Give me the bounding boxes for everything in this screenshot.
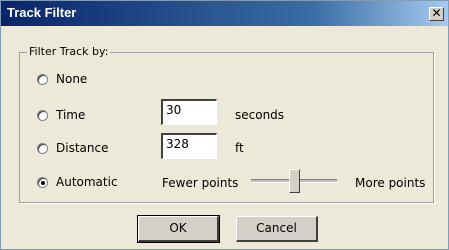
radio-time-label: Time: [56, 108, 86, 122]
ok-button[interactable]: OK: [137, 215, 220, 243]
track-filter-dialog: Track Filter ✕ Filter Track by: None Tim…: [0, 0, 449, 250]
radio-none-label: None: [56, 72, 88, 86]
cancel-button[interactable]: Cancel: [236, 216, 318, 242]
close-icon: ✕: [431, 6, 442, 20]
radio-none-indicator[interactable]: [37, 73, 48, 85]
slider-max-label: More points: [355, 176, 426, 190]
radio-automatic-indicator[interactable]: [37, 176, 48, 188]
radio-automatic[interactable]: Automatic: [37, 175, 118, 189]
title-bar[interactable]: Track Filter ✕: [1, 1, 448, 26]
radio-distance[interactable]: Distance: [37, 141, 108, 155]
point-density-slider-thumb[interactable]: [289, 169, 300, 193]
radio-none[interactable]: None: [37, 72, 87, 86]
filter-group-label: Filter Track by:: [27, 45, 111, 58]
distance-input[interactable]: 328: [161, 133, 217, 159]
close-button[interactable]: ✕: [429, 7, 444, 21]
distance-unit-label: ft: [235, 141, 244, 155]
radio-distance-label: Distance: [56, 141, 109, 155]
window-title: Track Filter: [7, 5, 77, 20]
radio-time-indicator[interactable]: [37, 109, 48, 121]
radio-time[interactable]: Time: [37, 108, 85, 122]
time-input[interactable]: 30: [161, 99, 217, 125]
radio-automatic-label: Automatic: [56, 175, 118, 189]
radio-distance-indicator[interactable]: [37, 142, 48, 154]
time-unit-label: seconds: [235, 108, 285, 122]
slider-min-label: Fewer points: [162, 176, 239, 190]
